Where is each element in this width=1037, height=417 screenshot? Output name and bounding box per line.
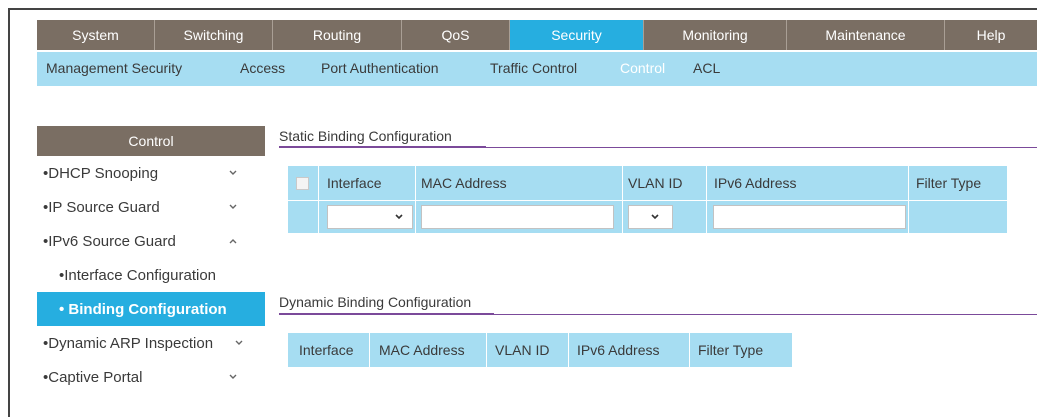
column-divider xyxy=(369,333,370,367)
dynamic-binding-table: Interface MAC Address VLAN ID IPv6 Addre… xyxy=(288,333,792,367)
static-binding-table: Interface MAC Address VLAN ID IPv6 Addre… xyxy=(288,166,1007,233)
tab-system[interactable]: System xyxy=(37,20,155,50)
tab-qos[interactable]: QoS xyxy=(402,20,510,50)
tab-maintenance[interactable]: Maintenance xyxy=(787,20,945,50)
dynamic-binding-title: Dynamic Binding Configuration xyxy=(279,294,472,310)
sidebar-item-label: •Interface Configuration xyxy=(59,266,217,284)
tab-monitoring[interactable]: Monitoring xyxy=(644,20,787,50)
sidebar-item-captive-portal[interactable]: •Captive Portal xyxy=(37,360,265,394)
dynamic-binding-rule xyxy=(279,313,494,315)
sidebar-item-interface-configuration[interactable]: •Interface Configuration xyxy=(37,258,265,292)
sidebar-item-ip-source-guard[interactable]: •IP Source Guard xyxy=(37,190,265,224)
column-header-interface: Interface xyxy=(327,175,382,191)
chevron-down-icon xyxy=(395,214,403,220)
subnav-management-security[interactable]: Management Security xyxy=(46,60,182,76)
sidebar-item-label: •IP Source Guard xyxy=(43,198,160,216)
column-header-vlan-id: VLAN ID xyxy=(495,342,550,358)
subnav-control[interactable]: Control xyxy=(620,60,665,76)
ipv6-address-input[interactable] xyxy=(713,205,906,229)
row-divider xyxy=(288,200,1007,201)
subnav-access[interactable]: Access xyxy=(240,60,285,76)
tab-switching[interactable]: Switching xyxy=(155,20,273,50)
sidebar-item-dynamic-arp-inspection[interactable]: •Dynamic ARP Inspection xyxy=(37,326,265,360)
column-header-filter-type: Filter Type xyxy=(698,342,764,358)
column-header-interface: Interface xyxy=(299,342,354,358)
column-divider xyxy=(568,333,569,367)
dynamic-binding-rule-thin xyxy=(494,314,1037,315)
sidebar-item-label: • Binding Configuration xyxy=(59,300,227,318)
column-header-mac-address: MAC Address xyxy=(421,175,507,191)
sub-nav: Management Security Access Port Authenti… xyxy=(37,52,1037,86)
chevron-down-icon xyxy=(229,170,237,175)
sidebar-item-label: •DHCP Snooping xyxy=(43,164,159,182)
tab-routing[interactable]: Routing xyxy=(273,20,402,50)
chevron-up-icon xyxy=(229,239,237,244)
sidebar: Control •DHCP Snooping •IP Source Guard … xyxy=(37,126,265,394)
chevron-down-icon xyxy=(235,340,243,345)
column-header-filter-type: Filter Type xyxy=(916,175,982,191)
column-divider xyxy=(689,333,690,367)
subnav-traffic-control[interactable]: Traffic Control xyxy=(490,60,577,76)
column-divider xyxy=(486,333,487,367)
column-header-mac-address: MAC Address xyxy=(379,342,465,358)
interface-select[interactable] xyxy=(327,205,413,229)
column-header-vlan-id: VLAN ID xyxy=(628,175,683,191)
mac-address-input[interactable] xyxy=(421,205,614,229)
sidebar-item-ipv6-source-guard[interactable]: •IPv6 Source Guard xyxy=(37,224,265,258)
top-nav: System Switching Routing QoS Security Mo… xyxy=(37,20,1037,50)
column-header-ipv6-address: IPv6 Address xyxy=(714,175,797,191)
chevron-down-icon xyxy=(229,204,237,209)
sidebar-item-label: •Captive Portal xyxy=(43,368,143,386)
chevron-down-icon xyxy=(229,374,237,379)
chevron-down-icon xyxy=(651,214,659,220)
subnav-port-authentication[interactable]: Port Authentication xyxy=(321,60,439,76)
sidebar-item-label: •IPv6 Source Guard xyxy=(43,232,176,250)
vlan-id-select[interactable] xyxy=(628,205,673,229)
subnav-acl[interactable]: ACL xyxy=(693,60,720,76)
sidebar-item-binding-configuration[interactable]: • Binding Configuration xyxy=(37,292,265,326)
sidebar-header: Control xyxy=(37,126,265,156)
sidebar-item-label: •Dynamic ARP Inspection xyxy=(43,334,214,352)
static-binding-title: Static Binding Configuration xyxy=(279,128,452,144)
tab-security[interactable]: Security xyxy=(510,20,644,50)
static-binding-rule-thin xyxy=(486,147,1037,148)
sidebar-item-dhcp-snooping[interactable]: •DHCP Snooping xyxy=(37,156,265,190)
column-header-ipv6-address: IPv6 Address xyxy=(577,342,660,358)
static-binding-rule xyxy=(279,146,486,148)
select-all-checkbox[interactable] xyxy=(296,177,309,190)
tab-help[interactable]: Help xyxy=(945,20,1037,50)
